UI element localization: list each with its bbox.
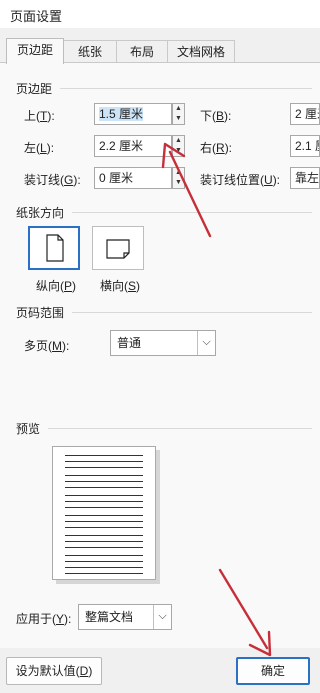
tab-layout[interactable]: 布局: [116, 40, 168, 63]
preview-text-line: [65, 495, 143, 496]
tab-doc-grid[interactable]: 文档网格: [167, 40, 235, 63]
bottom-margin-label: 下(B):: [200, 109, 232, 123]
spin-up-icon[interactable]: ▲: [173, 168, 184, 178]
preview-text-line: [65, 521, 143, 522]
pages-section-title: 页码范围: [16, 306, 65, 320]
gutter-spinner[interactable]: ▲ ▼: [172, 167, 185, 189]
tab-margins[interactable]: 页边距: [6, 38, 64, 64]
section-divider: [72, 312, 312, 313]
preview-text-line: [65, 501, 143, 502]
bottom-margin-input[interactable]: 2 厘米: [290, 103, 320, 125]
section-divider: [48, 428, 312, 429]
page-preview: [52, 446, 156, 580]
preview-text-line: [65, 535, 143, 536]
preview-text-line: [65, 573, 143, 574]
preview-text-line: [65, 467, 143, 468]
spin-down-icon[interactable]: ▼: [173, 114, 184, 124]
preview-text-line: [65, 527, 143, 528]
tab-paper[interactable]: 纸张: [63, 40, 117, 63]
landscape-page-icon: [106, 239, 130, 259]
landscape-label: 横向(S): [100, 279, 141, 293]
apply-to-label: 应用于(Y):: [16, 612, 72, 626]
section-divider: [72, 212, 312, 213]
preview-text-line: [65, 541, 143, 542]
dialog-title: 页面设置: [10, 9, 63, 24]
gutter-position-label: 装订线位置(U):: [200, 173, 281, 187]
preview-text-line: [65, 475, 143, 476]
spin-down-icon[interactable]: ▼: [173, 146, 184, 156]
preview-text-line: [65, 547, 143, 548]
section-divider: [60, 88, 312, 89]
apply-to-value: 整篇文档: [85, 610, 134, 624]
right-margin-input[interactable]: 2.1 厘米: [290, 135, 320, 157]
preview-text-line: [65, 561, 143, 562]
tab-strip: 页边距 纸张 布局 文档网格: [0, 36, 320, 64]
top-margin-spinner[interactable]: ▲ ▼: [172, 103, 185, 125]
gutter-position-select[interactable]: 靠左: [290, 167, 320, 189]
portrait-label: 纵向(P): [36, 279, 77, 293]
preview-text-line: [65, 555, 143, 556]
landscape-button[interactable]: [92, 226, 144, 270]
chevron-down-icon[interactable]: ⌵: [153, 605, 171, 629]
preview-text-line: [65, 507, 143, 508]
spin-up-icon[interactable]: ▲: [173, 104, 184, 114]
preview-text-line: [65, 455, 143, 456]
preview-text-line: [65, 515, 143, 516]
set-default-button[interactable]: 设为默认值(D): [6, 657, 102, 685]
spin-down-icon[interactable]: ▼: [173, 178, 184, 188]
left-margin-input[interactable]: 2.2 厘米: [94, 135, 172, 157]
top-margin-input[interactable]: 1.5 厘米: [94, 103, 172, 125]
top-margin-label: 上(T):: [24, 109, 55, 123]
apply-to-select[interactable]: 整篇文档 ⌵: [78, 604, 172, 630]
margins-section-title: 页边距: [16, 82, 53, 96]
preview-text-line: [65, 487, 143, 488]
left-margin-spinner[interactable]: ▲ ▼: [172, 135, 185, 157]
left-margin-label: 左(L):: [24, 141, 55, 155]
portrait-button[interactable]: [28, 226, 80, 270]
ok-button[interactable]: 确定: [236, 657, 310, 685]
preview-section-title: 预览: [16, 422, 41, 436]
title-bar: 页面设置: [0, 0, 320, 28]
preview-text-line: [65, 567, 143, 568]
portrait-page-icon: [46, 234, 64, 262]
preview-text-line: [65, 481, 143, 482]
right-margin-label: 右(R):: [200, 141, 233, 155]
multiple-pages-select[interactable]: 普通 ⌵: [110, 330, 216, 356]
gutter-input[interactable]: 0 厘米: [94, 167, 172, 189]
spin-up-icon[interactable]: ▲: [173, 136, 184, 146]
orientation-section-title: 纸张方向: [16, 206, 65, 220]
gutter-label: 装订线(G):: [24, 173, 81, 187]
preview-text-line: [65, 461, 143, 462]
multiple-pages-label: 多页(M):: [24, 339, 70, 353]
multiple-pages-value: 普通: [117, 336, 142, 350]
chevron-down-icon[interactable]: ⌵: [197, 331, 215, 355]
